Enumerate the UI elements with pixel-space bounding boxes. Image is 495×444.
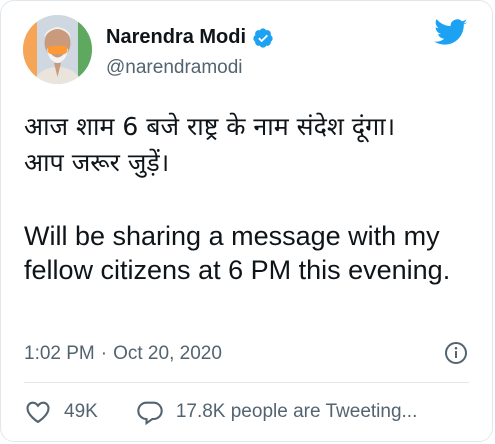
avatar[interactable] [23, 15, 92, 84]
tweet-timestamp[interactable]: 1:02 PM · Oct 20, 2020 [24, 343, 222, 365]
tweet-card: Narendra Modi @narendramodi आज शाम 6 बजे… [0, 0, 493, 442]
tweeting-button[interactable]: 17.8K people are Tweeting... [136, 398, 418, 426]
tweet-text-hindi-line1: आज शाम 6 बजे राष्ट्र के नाम संदेश दूंगा। [24, 112, 396, 141]
like-count: 49K [64, 401, 98, 422]
tweet-date: Oct 20, 2020 [113, 343, 222, 364]
author-name-row: Narendra Modi [106, 26, 274, 49]
tweet-text-hindi-line2: आप जरूर जुड़ें। [24, 148, 170, 177]
meta-separator: · [100, 343, 108, 364]
reply-bubble-icon [137, 401, 163, 426]
twitter-bird-icon[interactable] [434, 19, 468, 47]
author-display-name[interactable]: Narendra Modi [106, 26, 246, 49]
tweet-time: 1:02 PM [24, 343, 95, 364]
tweet-actions: 49K 17.8K people are Tweeting... [24, 398, 417, 426]
like-button[interactable]: 49K [24, 398, 98, 426]
heart-icon [26, 401, 50, 424]
tweet-text-english: Will be sharing a message with my fellow… [24, 221, 451, 285]
verified-badge-icon [253, 27, 273, 48]
tweet-text: आज शाम 6 बजे राष्ट्र के नाम संदेश दूंगा।… [24, 109, 484, 287]
divider [24, 382, 469, 383]
author-handle[interactable]: @narendramodi [106, 57, 243, 79]
info-icon[interactable] [444, 341, 468, 365]
tweeting-count: 17.8K people are Tweeting... [175, 401, 418, 422]
